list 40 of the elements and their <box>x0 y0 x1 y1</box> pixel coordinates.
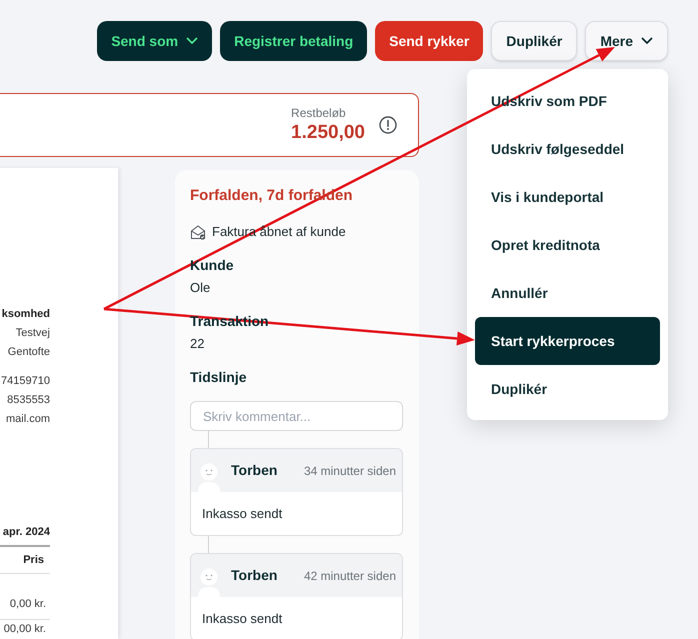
alert-circle-icon[interactable] <box>379 116 397 134</box>
address-line: Gentofte <box>8 345 50 360</box>
menu-item[interactable]: Start rykkerproces <box>475 317 660 365</box>
entry-text: Inkasso sendt <box>202 504 282 523</box>
secondary-button[interactable]: Duplikér <box>491 21 578 61</box>
contact-line: 74159710 <box>1 374 50 390</box>
balance-label: Restbeløb <box>291 106 346 120</box>
field-value: 22 <box>190 335 204 353</box>
dropdown-button[interactable]: Mere <box>585 21 668 61</box>
menu-item[interactable]: Udskriv følgeseddel <box>475 125 660 173</box>
timeline-connector <box>208 431 209 448</box>
primary-button[interactable]: Registrer betaling <box>220 21 368 61</box>
entry-text: Inkasso sendt <box>202 610 282 628</box>
price-cell-text: 00,00 kr. <box>4 622 47 637</box>
balance-amount: 1.250,00 <box>291 120 365 144</box>
author-name: Torben <box>231 566 278 585</box>
section-title: Tidslinje <box>190 368 247 387</box>
menu-item[interactable]: Vis i kundeportal <box>475 173 660 221</box>
invoice-date: apr. 2024 <box>2 525 50 540</box>
author-name: Torben <box>231 461 278 480</box>
field-label: Kunde <box>190 256 234 275</box>
field-value: Ole <box>190 279 210 297</box>
avatar-icon <box>197 567 221 597</box>
contact-line: mail.com <box>6 412 50 428</box>
column-header: Pris <box>23 553 45 568</box>
danger-button[interactable]: Send rykker <box>375 21 484 61</box>
avatar-icon <box>197 462 221 492</box>
menu-item[interactable]: Annullér <box>475 269 660 317</box>
contact-line: 8535553 <box>7 393 50 408</box>
address-line: Testvej <box>16 326 50 341</box>
menu-item[interactable]: Duplikér <box>475 365 660 413</box>
envelope-check-icon <box>190 224 206 240</box>
menu-item[interactable]: Opret kreditnota <box>475 221 660 269</box>
timeline-connector <box>208 536 209 553</box>
dropdown-button[interactable]: Send som <box>97 21 212 61</box>
timestamp: 34 minutter siden <box>304 462 396 480</box>
comment-field[interactable]: Skriv kommentar... <box>190 401 403 431</box>
timestamp: 42 minutter siden <box>304 568 396 584</box>
price-cell-text: 0,00 kr. <box>10 597 47 612</box>
company-name: ksomhed <box>2 307 50 322</box>
